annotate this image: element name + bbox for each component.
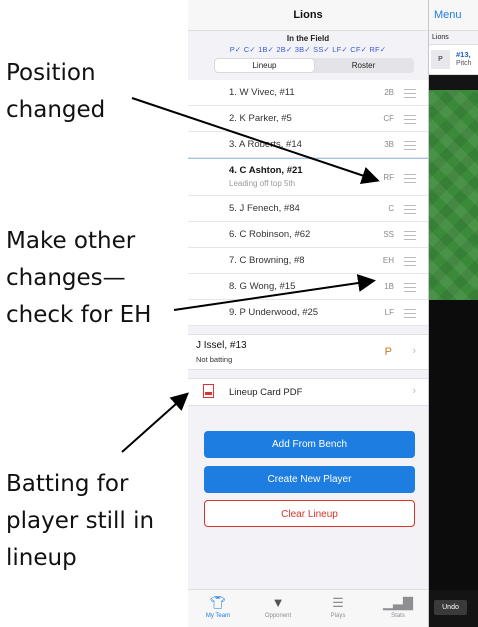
bench-player-position: P [384, 346, 392, 358]
lineup-row[interactable]: 9. P Underwood, #25 LF [188, 300, 428, 326]
bar-chart-icon: ▁▃▇ [383, 595, 413, 610]
player-position: 2B [384, 88, 394, 97]
tab-my-team[interactable]: 👕︎ My Team [188, 590, 248, 627]
lineup-row[interactable]: 8. G Wong, #15 1B [188, 274, 428, 300]
player-name: 4. C Ashton, #21 [229, 165, 303, 176]
chevron-right-icon: › [412, 385, 416, 397]
team-label: Lions [429, 31, 478, 45]
lineup-row[interactable]: 1. W Vivec, #11 2B [188, 80, 428, 106]
pitcher-position-box: P [431, 50, 450, 69]
game-view: Menu Lions P #13, Pitch Undo [429, 0, 478, 627]
list-icon: ☰ [332, 595, 344, 610]
tab-opponent[interactable]: ▼ Opponent [248, 590, 308, 627]
lineup-card-pdf-row[interactable]: Lineup Card PDF › [188, 378, 428, 406]
lineup-roster-segmented-control[interactable]: Lineup Roster [214, 58, 414, 73]
reorder-handle-icon[interactable] [404, 283, 416, 292]
tab-label: Stats [391, 613, 405, 619]
player-position: CF [383, 114, 394, 123]
player-name: 9. P Underwood, #25 [229, 307, 319, 318]
menu-button[interactable]: Menu [429, 0, 478, 31]
reorder-handle-icon[interactable] [404, 89, 416, 98]
reorder-handle-icon[interactable] [404, 115, 416, 124]
field-dark-area [429, 300, 478, 600]
tab-plays[interactable]: ☰ Plays [308, 590, 368, 627]
lineup-card-pdf-label: Lineup Card PDF [229, 387, 303, 398]
annotation-make-other-changes: Make other changes— check for EH [6, 228, 152, 328]
lineup-row[interactable]: 6. C Robinson, #62 SS [188, 222, 428, 248]
clear-lineup-button[interactable]: Clear Lineup [204, 500, 415, 527]
lineup-list: 1. W Vivec, #11 2B 2. K Parker, #5 CF 3.… [188, 80, 428, 326]
player-name: 2. K Parker, #5 [229, 113, 292, 124]
undo-button[interactable]: Undo [434, 600, 467, 615]
panel-title: Lions [188, 0, 428, 31]
annotation-position-changed: Position changed [6, 60, 106, 123]
tab-label: Plays [330, 613, 346, 619]
player-position: SS [383, 230, 394, 239]
player-name: 8. G Wong, #15 [229, 281, 296, 292]
annotation-batting-for: Batting for player still in lineup [6, 471, 155, 571]
player-note: Leading off top 5th [229, 179, 296, 188]
jersey-outline-icon: 👕︎ [209, 595, 227, 610]
player-position: EH [382, 256, 394, 265]
pdf-icon [203, 384, 214, 398]
reorder-handle-icon[interactable] [404, 205, 416, 214]
positions-status: P✓ C✓ 1B✓ 2B✓ 3B✓ SS✓ LF✓ CF✓ RF✓ [229, 45, 387, 54]
add-from-bench-button[interactable]: Add From Bench [204, 431, 415, 458]
arrow-batting-for [121, 392, 189, 453]
pitcher-number: #13, [456, 50, 471, 59]
player-position: RF [383, 173, 394, 182]
tab-label: My Team [205, 613, 231, 619]
in-the-field-heading: In the Field [286, 34, 330, 43]
segment-lineup[interactable]: Lineup [215, 59, 314, 72]
lineup-row[interactable]: 2. K Parker, #5 CF [188, 106, 428, 132]
player-name: 5. J Fenech, #84 [229, 203, 300, 214]
tab-label: Opponent [264, 613, 292, 619]
lineup-row[interactable]: 7. C Browning, #8 EH [188, 248, 428, 274]
pitcher-card[interactable]: P #13, Pitch [429, 45, 478, 75]
jersey-icon: ▼ [271, 595, 285, 610]
lineup-row-selected[interactable]: 4. C Ashton, #21 Leading off top 5th RF [188, 158, 428, 196]
lineup-row[interactable]: 3. A Roberts, #14 3B [188, 132, 428, 158]
player-position: 3B [384, 140, 394, 149]
player-position: C [388, 204, 394, 213]
game-footer: Undo [429, 590, 478, 627]
team-panel: Lions In the Field P✓ C✓ 1B✓ 2B✓ 3B✓ SS✓… [188, 0, 429, 627]
bench-player-status: Not batting [196, 355, 233, 364]
reorder-handle-icon[interactable] [404, 257, 416, 266]
player-position: LF [384, 308, 394, 317]
chevron-right-icon: › [412, 345, 416, 357]
bench-player-name: J Issel, #13 [196, 340, 247, 351]
player-name: 7. C Browning, #8 [229, 255, 305, 266]
player-name: 3. A Roberts, #14 [229, 139, 302, 150]
bench-player-row[interactable]: J Issel, #13 Not batting P › [188, 334, 428, 370]
player-name: 6. C Robinson, #62 [229, 229, 311, 240]
reorder-handle-icon[interactable] [404, 309, 416, 318]
tab-bar: 👕︎ My Team ▼ Opponent ☰ Plays ▁▃▇ Stats [188, 589, 428, 627]
player-position: 1B [384, 282, 394, 291]
reorder-handle-icon[interactable] [404, 141, 416, 150]
player-name: 1. W Vivec, #11 [229, 87, 295, 98]
reorder-handle-icon[interactable] [404, 231, 416, 240]
segment-roster[interactable]: Roster [314, 59, 413, 72]
baseball-field[interactable] [429, 90, 478, 300]
pitcher-label: Pitch [456, 60, 472, 67]
create-new-player-button[interactable]: Create New Player [204, 466, 415, 493]
reorder-handle-icon[interactable] [404, 174, 416, 183]
lineup-row[interactable]: 5. J Fenech, #84 C [188, 196, 428, 222]
tab-stats[interactable]: ▁▃▇ Stats [368, 590, 428, 627]
